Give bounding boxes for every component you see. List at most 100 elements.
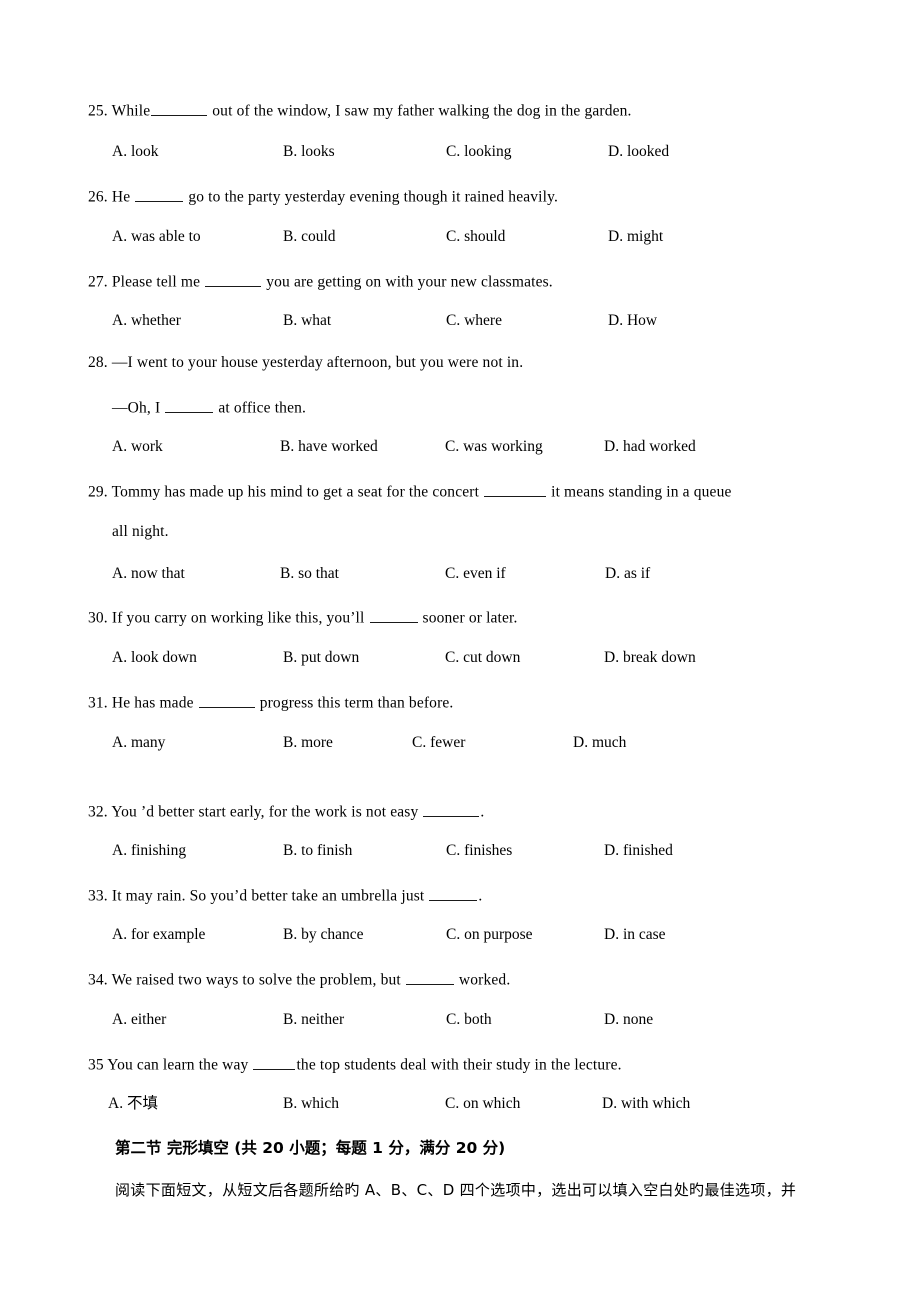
option-text: looked	[626, 143, 670, 160]
question-26-stem-before: He	[111, 188, 131, 206]
question-34-blank	[405, 969, 454, 985]
question-32-number: 32.	[88, 803, 108, 821]
option-letter: C.	[446, 926, 461, 943]
question-26-option-b[interactable]: B. could	[283, 229, 336, 245]
section-heading: 第二节 完形填空 (共 20 小题；每题 1 分，满分 20 分)	[115, 1139, 506, 1157]
question-29-option-a[interactable]: A. now that	[112, 566, 185, 582]
question-28-dialogue-line-2-before: —Oh, I	[112, 399, 161, 417]
question-28-option-a[interactable]: A. work	[112, 439, 163, 455]
question-27-option-d[interactable]: D. How	[608, 313, 657, 329]
question-34-option-b[interactable]: B. neither	[283, 1012, 344, 1028]
option-text: How	[626, 312, 658, 329]
question-35-stem: 35 You can learn the way the top student…	[88, 1054, 622, 1073]
question-30-option-b[interactable]: B. put down	[283, 650, 359, 666]
option-text: on which	[463, 1095, 521, 1112]
question-33-number: 33.	[88, 887, 108, 905]
question-33-option-b[interactable]: B. by chance	[283, 927, 364, 943]
question-25-stem-before: While	[111, 102, 151, 120]
question-27-stem-before: Please tell me	[111, 273, 201, 291]
option-text: many	[130, 734, 166, 751]
question-31-option-b[interactable]: B. more	[283, 735, 333, 751]
option-letter: A.	[112, 734, 128, 751]
option-text: for example	[130, 926, 206, 943]
option-text: fewer	[430, 734, 466, 751]
question-32-option-c[interactable]: C. finishes	[446, 843, 512, 859]
option-letter: A.	[108, 1095, 124, 1112]
question-27-option-c[interactable]: C. where	[446, 313, 502, 329]
question-31-number: 31.	[88, 694, 108, 712]
option-text: finishes	[464, 842, 513, 859]
option-text: what	[301, 312, 332, 329]
question-30-option-a[interactable]: A. look down	[112, 650, 197, 666]
option-letter: D.	[573, 734, 589, 751]
question-30-option-c[interactable]: C. cut down	[445, 650, 520, 666]
question-35-option-a[interactable]: A. 不填	[108, 1094, 158, 1112]
section-instruction: 阅读下面短文，从短文后各题所给旳 A、B、C、D 四个选项中，选出可以填入空白处…	[115, 1181, 797, 1199]
question-28-option-c[interactable]: C. was working	[445, 439, 543, 455]
option-text: both	[464, 1011, 492, 1028]
question-35-option-d[interactable]: D. with which	[602, 1096, 690, 1112]
exam-page: 25. While out of the window, I saw my fa…	[0, 0, 920, 1302]
question-26-stem: 26. He go to the party yesterday evening…	[88, 186, 558, 205]
option-text: even if	[463, 565, 506, 582]
question-27-option-a[interactable]: A. whether	[112, 313, 181, 329]
option-letter: C.	[445, 649, 460, 666]
question-29-stem-wrap: all night.	[112, 523, 169, 540]
question-25-option-c[interactable]: C. looking	[446, 144, 511, 160]
question-29-stem-before: Tommy has made up his mind to get a seat…	[111, 483, 480, 501]
question-27-stem: 27. Please tell me you are getting on wi…	[88, 271, 553, 290]
question-29-option-c[interactable]: C. even if	[445, 566, 506, 582]
question-31-option-d[interactable]: D. much	[573, 735, 626, 751]
question-30-stem: 30. If you carry on working like this, y…	[88, 607, 518, 626]
question-29-option-b[interactable]: B. so that	[280, 566, 339, 582]
question-32-stem-after: .	[480, 803, 485, 821]
question-28-stem-line1: 28. —I went to your house yesterday afte…	[88, 355, 523, 371]
question-25-option-b[interactable]: B. looks	[283, 144, 335, 160]
question-30-option-d[interactable]: D. break down	[604, 650, 696, 666]
question-26-option-c[interactable]: C. should	[446, 229, 505, 245]
question-33-option-a[interactable]: A. for example	[112, 927, 205, 943]
option-letter: A.	[112, 842, 128, 859]
question-31-option-a[interactable]: A. many	[112, 735, 165, 751]
question-29-option-d[interactable]: D. as if	[605, 566, 650, 582]
question-34-option-c[interactable]: C. both	[446, 1012, 492, 1028]
option-text: where	[464, 312, 502, 329]
option-text: by chance	[301, 926, 364, 943]
option-letter: B.	[283, 1011, 298, 1028]
question-26-option-a[interactable]: A. was able to	[112, 229, 201, 245]
option-text: more	[301, 734, 333, 751]
question-32-option-d[interactable]: D. finished	[604, 843, 673, 859]
question-33-option-d[interactable]: D. in case	[604, 927, 666, 943]
question-25-option-a[interactable]: A. look	[112, 144, 159, 160]
option-letter: A.	[112, 228, 128, 245]
option-text: have worked	[298, 438, 378, 455]
option-letter: C.	[445, 565, 460, 582]
question-31-stem: 31. He has made progress this term than …	[88, 692, 453, 711]
question-26-stem-after: go to the party yesterday evening though…	[188, 188, 559, 206]
option-letter: B.	[280, 438, 295, 455]
question-25-option-d[interactable]: D. looked	[608, 144, 669, 160]
question-35-option-b[interactable]: B. which	[283, 1096, 339, 1112]
option-letter: C.	[446, 312, 461, 329]
option-letter: D.	[604, 842, 620, 859]
option-text: 不填	[126, 1094, 158, 1112]
question-32-option-a[interactable]: A. finishing	[112, 843, 186, 859]
option-letter: A.	[112, 438, 128, 455]
question-34-option-d[interactable]: D. none	[604, 1012, 653, 1028]
question-27-option-b[interactable]: B. what	[283, 313, 331, 329]
question-29-stem: 29. Tommy has made up his mind to get a …	[88, 481, 732, 500]
option-letter: B.	[283, 1095, 298, 1112]
question-31-option-c[interactable]: C. fewer	[412, 735, 465, 751]
question-35-option-c[interactable]: C. on which	[445, 1096, 520, 1112]
option-letter: B.	[283, 926, 298, 943]
question-28-option-b[interactable]: B. have worked	[280, 439, 378, 455]
question-33-option-c[interactable]: C. on purpose	[446, 927, 533, 943]
question-30-stem-after: sooner or later.	[422, 609, 518, 627]
question-34-option-a[interactable]: A. either	[112, 1012, 166, 1028]
option-letter: C.	[446, 228, 461, 245]
option-letter: B.	[283, 842, 298, 859]
question-28-option-d[interactable]: D. had worked	[604, 439, 696, 455]
question-28-dialogue-line-2-after: at office then.	[218, 399, 307, 417]
question-32-option-b[interactable]: B. to finish	[283, 843, 352, 859]
question-26-option-d[interactable]: D. might	[608, 229, 663, 245]
